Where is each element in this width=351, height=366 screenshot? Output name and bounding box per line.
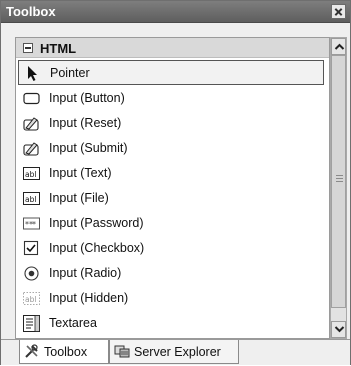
button-icon bbox=[23, 90, 40, 107]
grip-line bbox=[336, 181, 343, 182]
toolbox-item-input-text[interactable]: abl Input (Text) bbox=[18, 161, 324, 186]
toolbox-item-input-password[interactable]: ** * Input (Password) bbox=[18, 211, 324, 236]
toolbox-item-input-submit[interactable]: Input (Submit) bbox=[18, 136, 324, 161]
textbox-icon: abl bbox=[23, 165, 40, 182]
item-label: Input (Button) bbox=[49, 91, 125, 105]
scroll-up-button[interactable] bbox=[331, 38, 346, 55]
submit-icon bbox=[23, 140, 40, 157]
item-label: Input (Checkbox) bbox=[49, 241, 145, 255]
item-label: Input (Text) bbox=[49, 166, 112, 180]
file-input-icon: abl bbox=[23, 190, 40, 207]
pointer-icon bbox=[24, 65, 41, 82]
tab-label: Toolbox bbox=[44, 345, 88, 359]
item-label: Input (File) bbox=[49, 191, 109, 205]
panel-title: Toolbox bbox=[6, 4, 56, 19]
toolbox-item-input-button[interactable]: Input (Button) bbox=[18, 86, 324, 111]
panel-tabs: Toolbox Server Explorer bbox=[1, 339, 350, 365]
toolbox-item-input-reset[interactable]: Input (Reset) bbox=[18, 111, 324, 136]
vertical-scrollbar[interactable] bbox=[330, 37, 347, 339]
close-button[interactable] bbox=[331, 4, 346, 19]
toolbox-item-pointer[interactable]: Pointer bbox=[18, 60, 324, 85]
checkbox-icon bbox=[23, 240, 40, 257]
toolbox-item-textarea[interactable]: Textarea bbox=[18, 311, 324, 336]
group-label: HTML bbox=[40, 41, 77, 56]
grip-line bbox=[336, 178, 343, 179]
server-explorer-icon bbox=[114, 343, 130, 359]
toolbox-panel: Toolbox HTML Pointer Input (Button) Inpu… bbox=[0, 0, 351, 365]
tab-toolbox[interactable]: Toolbox bbox=[19, 340, 109, 364]
radio-icon bbox=[23, 265, 40, 282]
item-label: Pointer bbox=[50, 66, 90, 80]
item-label: Input (Radio) bbox=[49, 266, 122, 280]
toolbox-list: HTML Pointer Input (Button) Input (Reset… bbox=[15, 37, 330, 339]
item-label: Input (Reset) bbox=[49, 116, 122, 130]
toolbox-item-input-hidden[interactable]: abl Input (Hidden) bbox=[18, 286, 324, 311]
group-header-html[interactable]: HTML bbox=[16, 38, 329, 58]
svg-text:abl: abl bbox=[25, 195, 36, 204]
toolbox-item-input-checkbox[interactable]: Input (Checkbox) bbox=[18, 236, 324, 261]
scroll-thumb[interactable] bbox=[331, 55, 346, 308]
reset-icon bbox=[23, 115, 40, 132]
toolbox-item-input-radio[interactable]: Input (Radio) bbox=[18, 261, 324, 286]
hidden-input-icon: abl bbox=[23, 290, 40, 307]
svg-text:*: * bbox=[32, 220, 36, 229]
tab-server-explorer[interactable]: Server Explorer bbox=[109, 340, 239, 364]
svg-text:abl: abl bbox=[25, 170, 36, 179]
item-label: Input (Hidden) bbox=[49, 291, 129, 305]
grip-line bbox=[336, 175, 343, 176]
chevron-down-icon bbox=[334, 326, 345, 333]
toolbox-item-input-file[interactable]: abl Input (File) bbox=[18, 186, 324, 211]
tools-icon bbox=[24, 343, 40, 359]
tab-label: Server Explorer bbox=[134, 345, 221, 359]
item-label: Textarea bbox=[49, 316, 97, 330]
svg-text:abl: abl bbox=[25, 295, 36, 304]
collapse-icon[interactable] bbox=[23, 43, 33, 53]
item-label: Input (Submit) bbox=[49, 141, 128, 155]
item-label: Input (Password) bbox=[49, 216, 144, 230]
chevron-up-icon bbox=[334, 43, 345, 50]
scroll-down-button[interactable] bbox=[331, 321, 346, 338]
password-icon: ** * bbox=[23, 215, 40, 232]
title-bar: Toolbox bbox=[1, 1, 350, 23]
textarea-icon bbox=[23, 315, 40, 332]
